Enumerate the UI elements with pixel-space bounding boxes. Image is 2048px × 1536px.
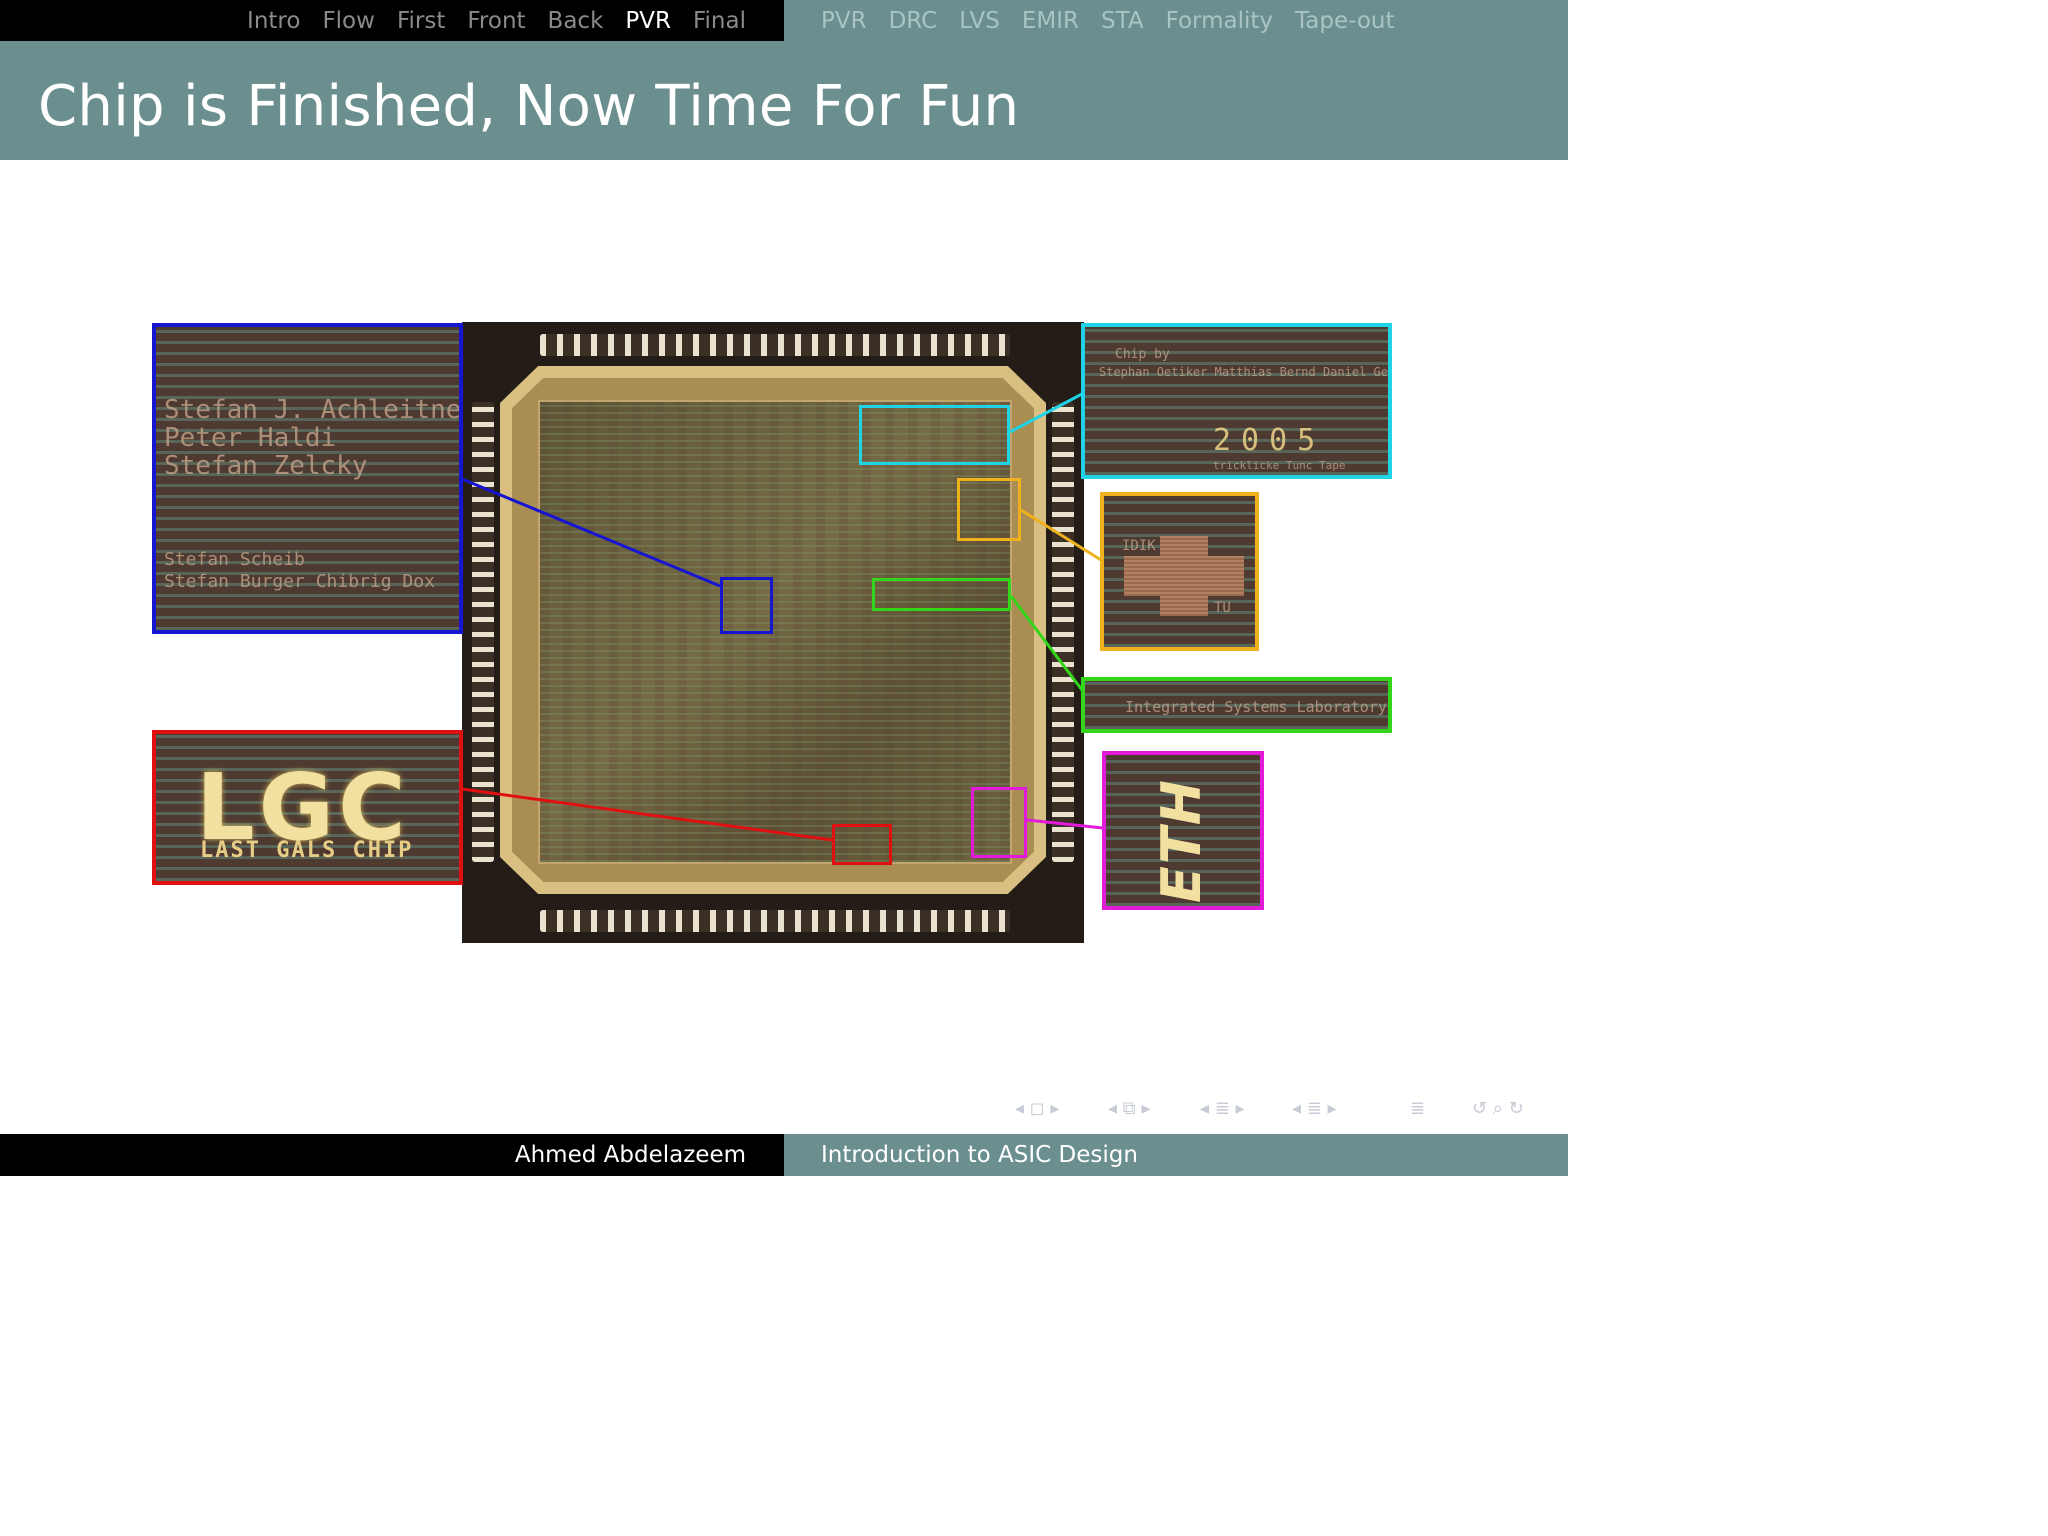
inset-names-line-1: Stefan J. Achleitner <box>164 395 463 425</box>
inset-icon-label-left: IDIK <box>1122 538 1156 554</box>
footer-author: Ahmed Abdelazeem <box>0 1134 784 1176</box>
connector-orange <box>1020 508 1102 562</box>
inset-orange-icon: IDIK TU <box>1100 492 1259 651</box>
slide-footer: Ahmed Abdelazeem Introduction to ASIC De… <box>0 1134 1568 1176</box>
chip-micrograph-figure: Stefan J. Achleitner Peter Haldi Stefan … <box>0 0 1568 1176</box>
nav-search-back-forward-icon[interactable]: ↺ ⌕ ↻ <box>1472 1098 1524 1119</box>
nav-section-icon[interactable]: ◂ ≣ ▸ <box>1200 1098 1245 1119</box>
nav-outline-icon[interactable]: ≣ <box>1410 1098 1425 1119</box>
nav-subsection-icon[interactable]: ◂ ⧉ ▸ <box>1108 1098 1150 1119</box>
inset-green-lab: Integrated Systems Laboratory <box>1081 677 1392 733</box>
inset-names-line-4: Stefan Scheib <box>164 549 305 570</box>
connector-cyan <box>1009 392 1083 434</box>
inset-red-logo: LGC LAST GALS CHIP <box>152 730 463 885</box>
inset-credits-line-1: Chip by <box>1115 347 1170 362</box>
connector-blue <box>461 477 721 588</box>
inset-icon-label-right: TU <box>1214 600 1231 616</box>
connector-green <box>1009 595 1084 691</box>
inset-blue-names: Stefan J. Achleitner Peter Haldi Stefan … <box>152 323 463 634</box>
inset-lab-text: Integrated Systems Laboratory <box>1125 698 1387 716</box>
inset-magenta-eth: ETH <box>1102 751 1264 910</box>
nav-presentation-icon[interactable]: ◂ ≣ ▸ <box>1292 1098 1337 1119</box>
inset-names-line-5: Stefan Burger Chibrig Dox <box>164 571 435 592</box>
connector-red <box>461 787 833 842</box>
inset-credits-line-3: tricklicke Tunc Tape <box>1213 459 1346 472</box>
inset-names-line-3: Stefan Zelcky <box>164 451 368 481</box>
lgc-logo-subtitle: LAST GALS CHIP <box>200 838 414 863</box>
inset-names-line-2: Peter Haldi <box>164 423 337 453</box>
inset-cyan-credits: Chip by Stephan Oetiker Matthias Bernd D… <box>1081 323 1392 479</box>
inset-credits-line-2: Stephan Oetiker Matthias Bernd Daniel Ge… <box>1099 365 1392 379</box>
nav-frame-icon[interactable]: ◂ ◻ ▸ <box>1015 1098 1059 1119</box>
eth-logo-text: ETH <box>1149 777 1213 903</box>
eth-logo: ETH <box>1144 775 1218 905</box>
connector-magenta <box>1026 818 1104 830</box>
footer-title: Introduction to ASIC Design <box>784 1134 1568 1176</box>
inset-credits-year: 2005 <box>1213 423 1326 458</box>
